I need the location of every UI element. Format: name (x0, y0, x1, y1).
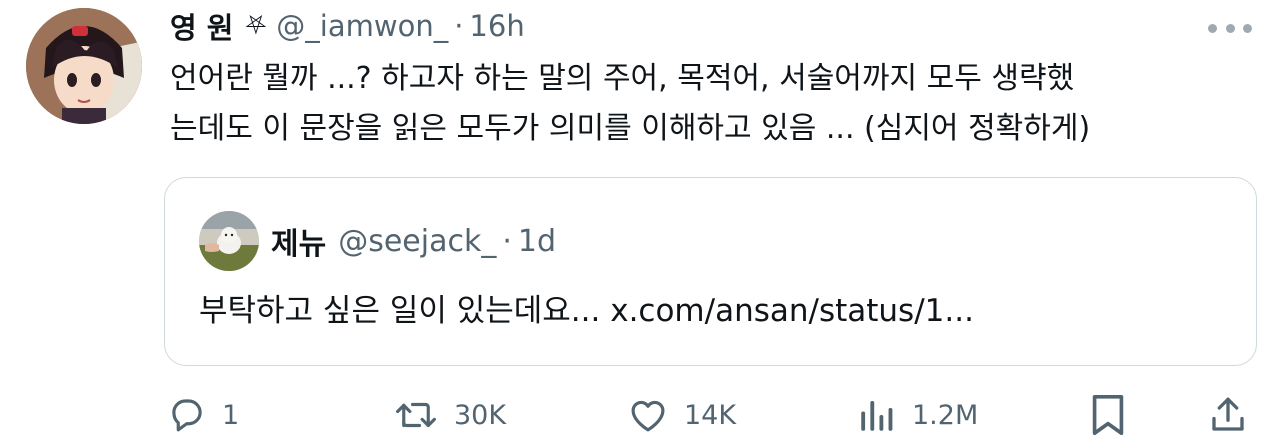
retweet-icon (392, 394, 440, 436)
views-icon (856, 394, 898, 436)
quoted-author-name: 제뉴 (271, 227, 327, 262)
views-button[interactable]: 1.2M (856, 390, 978, 440)
pentagram-emoji: ⛧ (245, 10, 267, 41)
like-button[interactable]: 14K (626, 390, 736, 440)
share-button[interactable] (1207, 390, 1249, 440)
tweet-text: 언어란 뭘까 ...? 하고자 하는 말의 주어, 목적어, 서술어까지 모두 … (170, 54, 1265, 154)
bookmark-icon (1088, 392, 1128, 438)
tweet-text-line: 는데도 이 문장을 읽은 모두가 의미를 이해하고 있음 ... (심지어 정확… (170, 111, 1091, 146)
reply-button[interactable]: 1 (166, 390, 239, 440)
quoted-author-handle: @seejack_ (338, 223, 497, 259)
quoted-author-avatar (199, 211, 259, 271)
more-options-icon[interactable] (1208, 22, 1252, 34)
bookmark-button[interactable] (1088, 390, 1128, 440)
quoted-tweet[interactable]: 제뉴 @seejack_ · 1d 부탁하고 싶은 일이 있는데요... x.c… (164, 177, 1257, 366)
retweet-count: 30K (454, 399, 507, 431)
author-name[interactable]: 영 원 (170, 5, 233, 47)
share-icon (1207, 393, 1249, 437)
heart-icon (626, 394, 670, 436)
separator-dot: · (454, 9, 464, 43)
author-avatar[interactable] (26, 8, 142, 124)
author-handle[interactable]: @_iamwon_ (276, 9, 448, 43)
tweet-header: 영 원 ⛧ @_iamwon_ · 16h (170, 4, 525, 48)
reply-count: 1 (222, 399, 240, 431)
retweet-button[interactable]: 30K (392, 390, 506, 440)
quoted-tweet-header: 제뉴 @seejack_ · 1d (271, 218, 556, 264)
reply-icon (166, 394, 208, 436)
views-count: 1.2M (912, 399, 979, 431)
separator-dot: · (502, 223, 512, 259)
quoted-timestamp: 1d (517, 223, 557, 259)
timestamp[interactable]: 16h (469, 9, 524, 43)
like-count: 14K (684, 399, 737, 431)
action-bar: 1 30K 14K 1.2M (0, 390, 1284, 440)
tweet-text-line: 언어란 뭘까 ...? 하고자 하는 말의 주어, 목적어, 서술어까지 모두 … (170, 61, 1075, 96)
quoted-tweet-text: 부탁하고 싶은 일이 있는데요... x.com/ansan/status/1.… (199, 293, 974, 329)
